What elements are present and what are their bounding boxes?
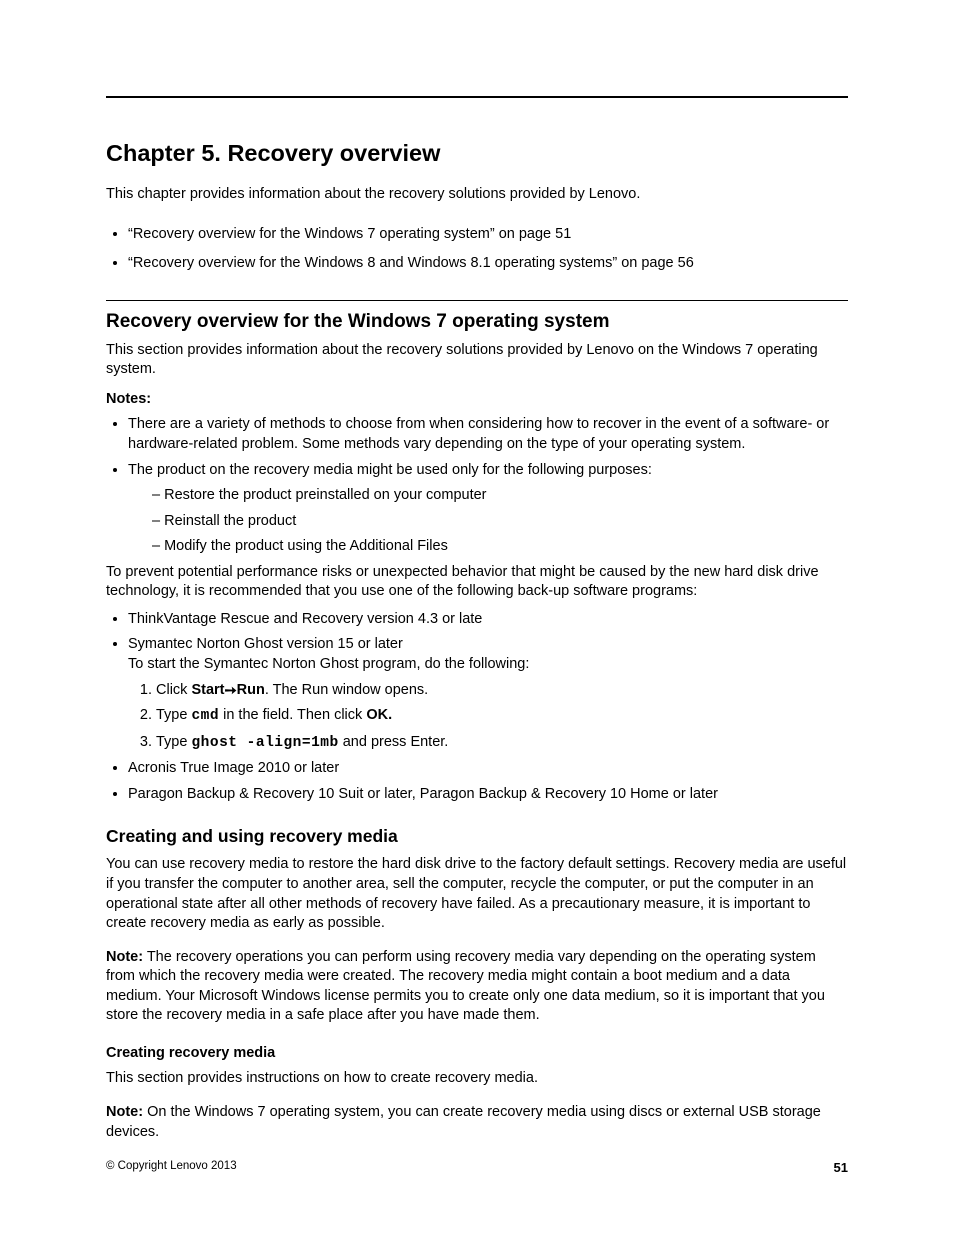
note-item: There are a variety of methods to choose… (128, 415, 848, 454)
step-text: in the field. Then click (219, 707, 366, 723)
step-item: Type ghost -align=1mb and press Enter. (156, 733, 848, 754)
page-footer: © Copyright Lenovo 2013 51 (106, 1160, 848, 1175)
chapter-toc-list: “Recovery overview for the Windows 7 ope… (106, 225, 848, 274)
list-item: Acronis True Image 2010 or later (128, 759, 848, 779)
arrow-icon: ➙ (225, 682, 237, 702)
step-item: Type cmd in the field. Then click OK. (156, 706, 848, 727)
list-item: ThinkVantage Rescue and Recovery version… (128, 610, 848, 630)
section-rule (106, 300, 848, 301)
ui-label-ok: OK. (366, 707, 392, 723)
notes-label: Notes: (106, 390, 848, 410)
code-text: ghost -align=1mb (191, 735, 338, 751)
list-item-text: To start the Symantec Norton Ghost progr… (128, 656, 529, 672)
note-subitem: Modify the product using the Additional … (152, 537, 848, 557)
step-item: Click Start ➙ Run. The Run window opens. (156, 681, 848, 701)
note-body: On the Windows 7 operating system, you c… (106, 1104, 821, 1140)
chapter-title: Chapter 5. Recovery overview (106, 140, 848, 167)
paragraph: You can use recovery media to restore th… (106, 855, 848, 933)
paragraph: This section provides instructions on ho… (106, 1069, 848, 1089)
sub-heading: Creating recovery media (106, 1044, 848, 1064)
section-intro: This section provides information about … (106, 341, 848, 380)
code-text: cmd (191, 708, 219, 724)
ui-label-start: Start (191, 682, 224, 698)
step-text: . The Run window opens. (265, 682, 428, 698)
step-text: Click (156, 682, 191, 698)
note-paragraph: Note: On the Windows 7 operating system,… (106, 1103, 848, 1142)
note-paragraph: Note: The recovery operations you can pe… (106, 948, 848, 1026)
top-rule (106, 96, 848, 98)
list-item: Paragon Backup & Recovery 10 Suit or lat… (128, 785, 848, 805)
steps-list: Click Start ➙ Run. The Run window opens.… (128, 681, 848, 754)
step-text: and press Enter. (339, 734, 449, 750)
note-sublist: Restore the product preinstalled on your… (128, 486, 848, 557)
note-item-text: The product on the recovery media might … (128, 462, 652, 478)
note-label: Note: (106, 1104, 143, 1120)
section-title: Recovery overview for the Windows 7 oper… (106, 311, 848, 333)
paragraph: To prevent potential performance risks o… (106, 563, 848, 602)
copyright-text: © Copyright Lenovo 2013 (106, 1160, 237, 1175)
chapter-intro: This chapter provides information about … (106, 185, 848, 205)
step-text: Type (156, 734, 191, 750)
note-subitem: Restore the product preinstalled on your… (152, 486, 848, 506)
list-item-text: Symantec Norton Ghost version 15 or late… (128, 636, 403, 652)
backup-software-list: ThinkVantage Rescue and Recovery version… (106, 610, 848, 805)
note-item: The product on the recovery media might … (128, 461, 848, 557)
page-container: Chapter 5. Recovery overview This chapte… (0, 0, 954, 1235)
page-number: 51 (834, 1160, 848, 1175)
toc-item: “Recovery overview for the Windows 7 ope… (128, 225, 848, 245)
step-text: Type (156, 707, 191, 723)
note-label: Note: (106, 949, 143, 965)
toc-item: “Recovery overview for the Windows 8 and… (128, 254, 848, 274)
subsection-title: Creating and using recovery media (106, 826, 848, 847)
notes-list: There are a variety of methods to choose… (106, 415, 848, 556)
note-body: The recovery operations you can perform … (106, 949, 825, 1024)
note-subitem: Reinstall the product (152, 512, 848, 532)
ui-label-run: Run (237, 682, 265, 698)
list-item: Symantec Norton Ghost version 15 or late… (128, 635, 848, 753)
